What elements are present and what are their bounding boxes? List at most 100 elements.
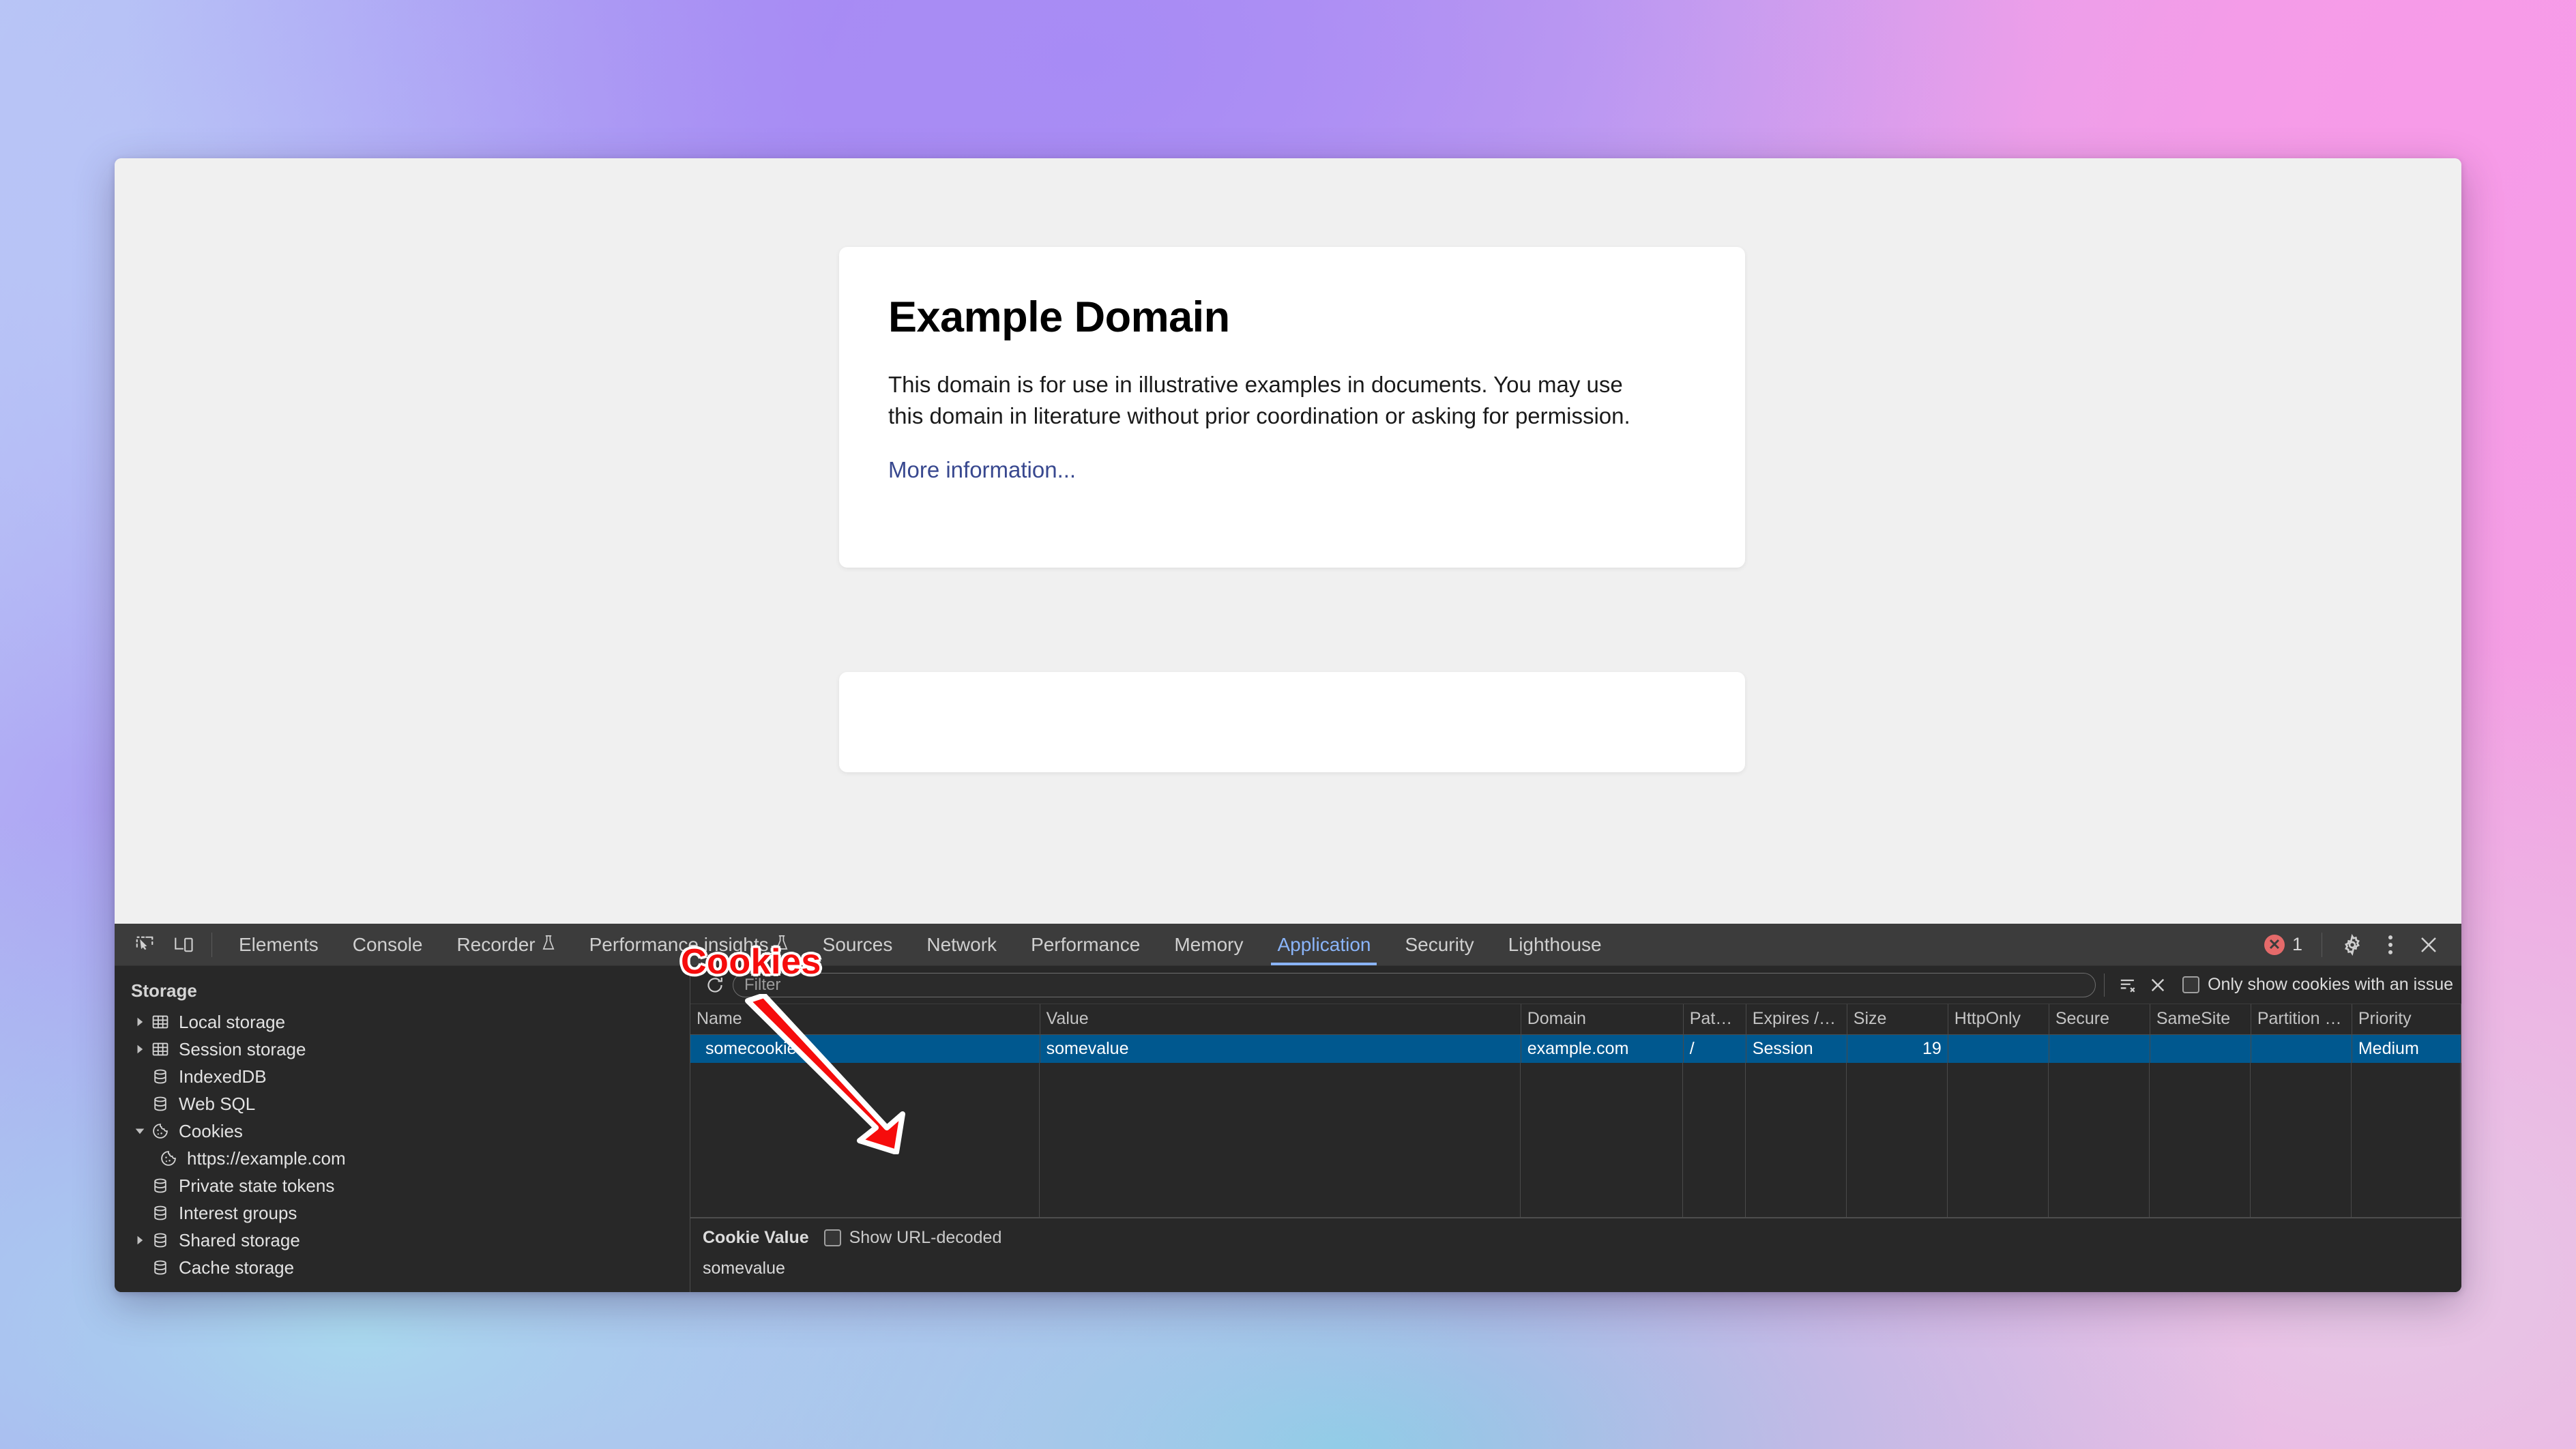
- tab-security[interactable]: Security: [1388, 924, 1491, 965]
- sidebar-item-shared-storage[interactable]: Shared storage: [115, 1227, 690, 1254]
- page-title: Example Domain: [888, 293, 1230, 341]
- tab-application[interactable]: Application: [1260, 924, 1388, 965]
- chevron-down-icon[interactable]: [131, 1126, 149, 1136]
- tab-label: Performance: [1031, 933, 1141, 955]
- settings-gear-icon[interactable]: [2334, 928, 2370, 961]
- tab-recorder[interactable]: Recorder: [439, 924, 572, 965]
- cell-secure: [2049, 1034, 2150, 1063]
- cookie-value-header: Cookie Value Show URL-decoded: [703, 1228, 2449, 1248]
- tab-console[interactable]: Console: [336, 924, 440, 965]
- column-header-httponly[interactable]: HttpOnly: [1948, 1004, 2049, 1035]
- error-badge[interactable]: ✕ 1: [2257, 934, 2309, 955]
- page-paragraph: This domain is for use in illustrative e…: [888, 371, 1630, 429]
- database-icon: [149, 1095, 172, 1113]
- header-label: Domain: [1527, 1009, 1586, 1029]
- cell-httponly: [1948, 1034, 2049, 1063]
- sidebar-item-label: Interest groups: [179, 1203, 297, 1223]
- sidebar-item-cache-storage[interactable]: Cache storage: [115, 1254, 690, 1281]
- sidebar-item-private-state-tokens[interactable]: Private state tokens: [115, 1172, 690, 1199]
- chevron-right-icon[interactable]: [131, 1235, 149, 1245]
- tab-label: Sources: [822, 933, 893, 955]
- table-row[interactable]: somecookie somevalue example.com / Sessi…: [690, 1034, 2461, 1063]
- show-url-decoded-label: Show URL-decoded: [849, 1228, 1002, 1247]
- tab-label: Security: [1405, 933, 1474, 955]
- column-header-path[interactable]: Path ▲: [1683, 1004, 1746, 1035]
- database-icon: [149, 1068, 172, 1085]
- header-label: HttpOnly: [1954, 1009, 2021, 1029]
- devtools-body: Storage Local storage Session storage In…: [115, 966, 2461, 1292]
- error-badge-icon: ✕: [2264, 934, 2285, 955]
- tab-performance[interactable]: Performance: [1014, 924, 1157, 965]
- cookies-table-wrap: Name Value Domain Path ▲ Expires /… Size …: [690, 1004, 2461, 1217]
- sidebar-item-label: Local storage: [179, 1012, 286, 1032]
- column-header-secure[interactable]: Secure: [2049, 1004, 2150, 1035]
- cookie-icon: [157, 1150, 180, 1167]
- sidebar-item-cookie-origin[interactable]: https://example.com: [115, 1145, 690, 1172]
- tab-label: Network: [926, 933, 997, 955]
- cell-name: somecookie: [690, 1034, 1040, 1063]
- cookies-table: Name Value Domain Path ▲ Expires /… Size …: [690, 1004, 2461, 1063]
- tab-elements[interactable]: Elements: [222, 924, 336, 965]
- cell-size: 19: [1847, 1034, 1948, 1063]
- clear-filters-icon[interactable]: [2113, 970, 2143, 1000]
- device-toolbar-icon[interactable]: [166, 928, 202, 961]
- more-options-icon[interactable]: [2373, 928, 2408, 961]
- close-devtools-icon[interactable]: [2411, 928, 2446, 961]
- sidebar-item-web-sql[interactable]: Web SQL: [115, 1090, 690, 1117]
- sidebar-item-label: Shared storage: [179, 1230, 300, 1250]
- column-header-expires[interactable]: Expires /…: [1746, 1004, 1847, 1035]
- more-information-link[interactable]: More information...: [888, 457, 1076, 482]
- header-label: Path: [1689, 1009, 1725, 1029]
- sidebar-item-session-storage[interactable]: Session storage: [115, 1036, 690, 1063]
- tab-lighthouse[interactable]: Lighthouse: [1491, 924, 1619, 965]
- cell-expires: Session: [1746, 1034, 1847, 1063]
- only-issues-checkbox[interactable]: [2182, 976, 2200, 993]
- show-url-decoded-wrap[interactable]: Show URL-decoded: [823, 1228, 1002, 1248]
- cell-value: somevalue: [1040, 1034, 1521, 1063]
- sidebar-item-label: Cookies: [179, 1121, 243, 1141]
- tab-memory[interactable]: Memory: [1157, 924, 1260, 965]
- column-header-name[interactable]: Name: [690, 1004, 1040, 1035]
- show-url-decoded-checkbox[interactable]: [823, 1229, 841, 1246]
- cookie-value-pane: Cookie Value Show URL-decoded somevalue: [690, 1217, 2461, 1292]
- sidebar-item-interest-groups[interactable]: Interest groups: [115, 1199, 690, 1227]
- column-header-samesite[interactable]: SameSite: [2150, 1004, 2251, 1035]
- column-header-size[interactable]: Size: [1847, 1004, 1948, 1035]
- filter-input[interactable]: [733, 972, 2096, 997]
- header-label: Value: [1046, 1009, 1089, 1029]
- header-label: Priority: [2358, 1009, 2412, 1029]
- sidebar-item-local-storage[interactable]: Local storage: [115, 1008, 690, 1036]
- chevron-right-icon[interactable]: [131, 1017, 149, 1027]
- cookies-panel: Only show cookies with an issue: [690, 966, 2461, 1292]
- clear-icon[interactable]: [2143, 970, 2173, 1000]
- devtools-tabbar: Elements Console Recorder Performance in…: [115, 924, 2461, 966]
- table-icon: [149, 1013, 172, 1031]
- column-header-domain[interactable]: Domain: [1521, 1004, 1684, 1035]
- database-icon: [149, 1231, 172, 1249]
- table-icon: [149, 1040, 172, 1058]
- devtools-toolbar-right: ✕ 1: [2257, 928, 2461, 961]
- table-empty-area: [690, 1063, 2461, 1217]
- devtools-panel: Elements Console Recorder Performance in…: [115, 924, 2461, 1292]
- toolbar-divider: [211, 932, 212, 957]
- column-header-priority[interactable]: Priority: [2352, 1004, 2461, 1035]
- header-label: Secure: [2055, 1009, 2110, 1029]
- tab-network[interactable]: Network: [909, 924, 1014, 965]
- page-viewport: Example Domain This domain is for use in…: [115, 158, 2461, 924]
- example-domain-card: Example Domain This domain is for use in…: [839, 247, 1745, 568]
- tab-label: Elements: [239, 933, 319, 955]
- header-label: Name: [697, 1009, 742, 1029]
- column-header-value[interactable]: Value: [1040, 1004, 1521, 1035]
- sidebar-item-indexeddb[interactable]: IndexedDB: [115, 1063, 690, 1090]
- tab-label: Application: [1277, 933, 1371, 955]
- only-issues-checkbox-wrap[interactable]: Only show cookies with an issue: [2182, 975, 2453, 995]
- chevron-right-icon[interactable]: [131, 1044, 149, 1054]
- devtools-tab-list: Elements Console Recorder Performance in…: [222, 924, 1619, 965]
- inspect-element-icon[interactable]: [127, 928, 162, 961]
- sidebar-item-cookies[interactable]: Cookies: [115, 1117, 690, 1145]
- column-header-partition[interactable]: Partition …: [2251, 1004, 2352, 1035]
- error-count: 1: [2292, 934, 2302, 954]
- cell-samesite: [2150, 1034, 2251, 1063]
- cookie-icon: [149, 1122, 172, 1140]
- tab-label: Console: [352, 933, 423, 955]
